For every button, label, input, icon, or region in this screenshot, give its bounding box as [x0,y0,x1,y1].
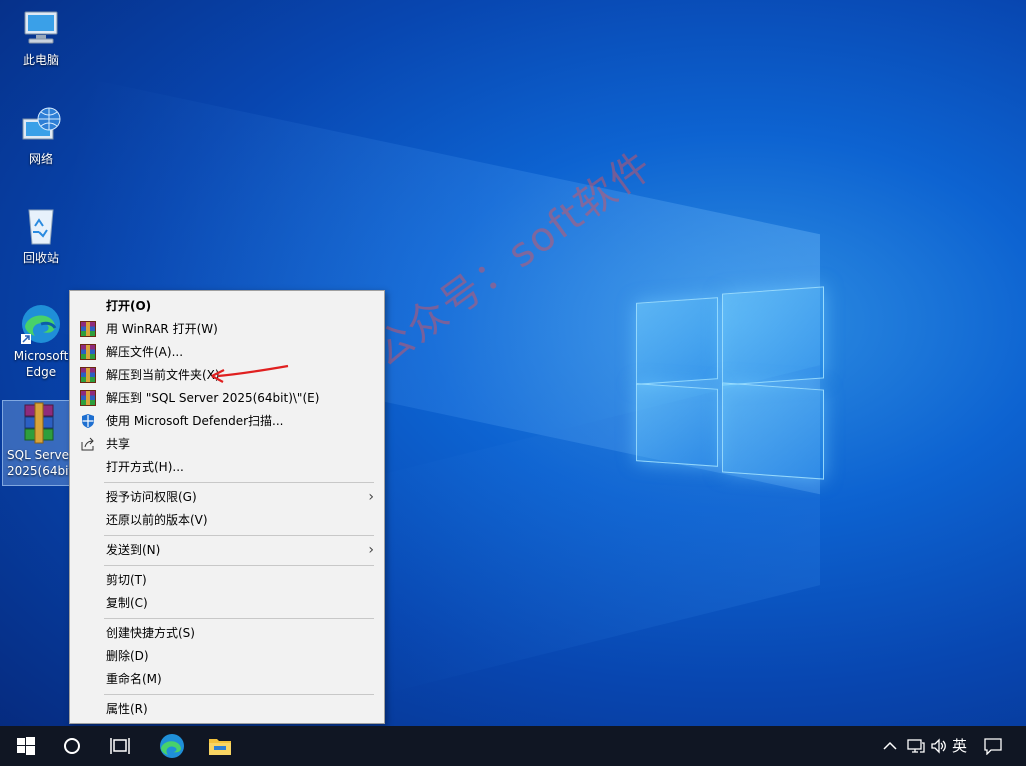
menu-item-label: 打开(O) [106,299,152,313]
winrar-icon [80,321,96,337]
tray-network-button[interactable] [904,726,928,766]
edge-icon [160,734,184,758]
taskbar-file-explorer-button[interactable] [200,726,240,766]
winrar-icon [80,367,96,383]
windows-start-icon [17,737,35,755]
menu-item-share[interactable]: 共享 [72,433,382,455]
menu-separator [104,694,374,695]
menu-item-restore-versions[interactable]: 还原以前的版本(V) [72,509,382,531]
recycle-bin-icon [28,209,54,245]
menu-item-label: 解压到当前文件夹(X) [106,368,220,382]
desktop-icon-sql-server-archive[interactable]: SQL Server 2025(64bit [2,400,76,486]
menu-item-label: 用 WinRAR 打开(W) [106,322,218,336]
menu-item-label: 解压到 "SQL Server 2025(64bit)\"(E) [106,391,320,405]
network-icon [907,739,925,753]
menu-item-extract-files[interactable]: 解压文件(A)... [72,341,382,363]
annotation-arrow [211,364,289,383]
desktop-icon-recycle-bin[interactable]: 回收站 [6,204,76,266]
taskbar: 英 [0,726,1026,766]
menu-item-copy[interactable]: 复制(C) [72,592,382,614]
menu-item-open[interactable]: 打开(O) [72,295,382,317]
menu-item-send-to[interactable]: 发送到(N) › [72,539,382,561]
desktop-icon-this-pc[interactable]: 此电脑 [6,6,76,68]
menu-item-extract-to-folder[interactable]: 解压到 "SQL Server 2025(64bit)\"(E) [72,387,382,409]
menu-item-label: 重命名(M) [106,672,162,686]
desktop-icon-label: 回收站 [22,251,59,265]
edge-icon [21,305,60,344]
menu-item-label: 授予访问权限(G) [106,490,197,504]
volume-icon [931,738,946,754]
menu-item-defender-scan[interactable]: 使用 Microsoft Defender扫描... [72,410,382,432]
taskbar-edge-button[interactable] [152,726,192,766]
task-view-icon [110,738,130,754]
menu-separator [104,535,374,536]
desktop-icon-network[interactable]: 网络 [6,105,76,167]
search-button[interactable] [52,726,92,766]
winrar-icon [80,390,96,406]
menu-item-label: 属性(R) [106,702,148,716]
windows-wallpaper-logo [636,286,824,480]
menu-item-label: 发送到(N) [106,543,161,557]
desktop-icon-label: 此电脑 [22,53,59,67]
tray-overflow-button[interactable] [878,726,902,766]
menu-item-label: 复制(C) [106,596,148,610]
share-icon [81,437,94,451]
menu-item-label: 共享 [106,437,131,451]
menu-item-delete[interactable]: 删除(D) [72,645,382,667]
context-menu: 打开(O) 用 WinRAR 打开(W) 解压文件(A)... 解压到当前文件夹… [69,290,385,724]
menu-separator [104,565,374,566]
menu-separator [104,482,374,483]
desktop-icon-label: Microsoft Edge [13,349,69,379]
desktop-icon-edge[interactable]: Microsoft Edge [6,302,76,380]
chevron-up-icon [883,741,897,750]
network-icon [22,107,61,140]
menu-separator [104,618,374,619]
defender-shield-icon [82,414,94,428]
desktop-icon-label: SQL Server 2025(64bit [7,448,74,478]
menu-item-label: 创建快捷方式(S) [106,626,195,640]
task-view-button[interactable] [100,726,140,766]
desktop-icon-label: 网络 [28,152,53,166]
winrar-icon [80,344,96,360]
search-circle-icon [64,738,80,754]
menu-item-label: 删除(D) [106,649,149,663]
start-button[interactable] [6,726,46,766]
menu-item-label: 使用 Microsoft Defender扫描... [106,414,284,428]
winrar-archive-icon [24,402,54,444]
this-pc-icon [24,11,58,44]
menu-item-label: 解压文件(A)... [106,345,184,359]
ime-indicator[interactable]: 英 [952,726,972,766]
notification-center-button[interactable] [980,726,1006,766]
menu-item-cut[interactable]: 剪切(T) [72,569,382,591]
menu-item-open-with[interactable]: 打开方式(H)... [72,456,382,478]
menu-item-rename[interactable]: 重命名(M) [72,668,382,690]
chevron-right-icon: › [368,489,374,505]
menu-item-label: 打开方式(H)... [106,460,184,474]
chevron-right-icon: › [368,542,374,558]
menu-item-properties[interactable]: 属性(R) [72,698,382,720]
menu-item-create-shortcut[interactable]: 创建快捷方式(S) [72,622,382,644]
file-explorer-icon [209,739,231,755]
menu-item-open-with-winrar[interactable]: 用 WinRAR 打开(W) [72,318,382,340]
tray-volume-button[interactable] [928,726,950,766]
menu-item-grant-access[interactable]: 授予访问权限(G) › [72,486,382,508]
menu-item-label: 还原以前的版本(V) [106,513,208,527]
menu-item-label: 剪切(T) [106,573,147,587]
notification-icon [984,738,1002,755]
